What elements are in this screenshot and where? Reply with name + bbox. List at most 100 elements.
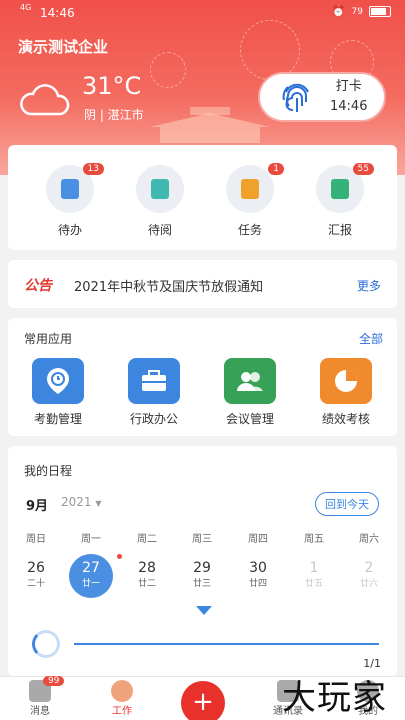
weekday-label: 周六 bbox=[359, 534, 379, 545]
watermark-logo: 大玩家 bbox=[282, 678, 387, 718]
day-number: 27 bbox=[82, 560, 100, 576]
lunar-date: 二十 bbox=[26, 579, 45, 589]
punch-label: 打卡 bbox=[335, 79, 362, 94]
apps-all-link[interactable]: 全部 bbox=[359, 330, 383, 347]
alarm-icon: ⏰ bbox=[331, 5, 346, 18]
tab-work-label: 工作 bbox=[112, 706, 132, 717]
todo-label: 待办 bbox=[57, 223, 82, 237]
firework-decoration bbox=[150, 52, 186, 88]
weekday-label: 周五 bbox=[304, 534, 324, 545]
weekday-label: 周二 bbox=[137, 534, 157, 545]
lunar-date: 廿五 bbox=[304, 579, 323, 589]
app-admin-label: 行政办公 bbox=[129, 412, 178, 426]
lunar-date: 廿一 bbox=[81, 579, 100, 589]
quick-item-read[interactable]: 待阅 bbox=[130, 165, 190, 238]
apps-title: 常用应用 bbox=[24, 332, 73, 346]
battery-icon bbox=[369, 6, 391, 17]
lunar-date: 廿三 bbox=[192, 579, 211, 589]
app-meeting[interactable]: 会议管理 bbox=[210, 358, 290, 427]
task-badge: 1 bbox=[268, 163, 284, 175]
status-time: 14:46 bbox=[40, 6, 75, 20]
day-number: 2 bbox=[364, 560, 374, 576]
weekday-label: 周一 bbox=[81, 534, 101, 545]
todo-badge: 13 bbox=[82, 163, 104, 175]
messages-badge: 99 bbox=[43, 676, 65, 686]
common-apps-card: 常用应用 全部 考勤管理 行政办公 会议管理 绩效考核 bbox=[8, 318, 397, 436]
quick-item-todo[interactable]: 13 待办 bbox=[40, 163, 104, 238]
task-icon bbox=[241, 179, 259, 199]
briefcase-icon bbox=[128, 358, 180, 404]
schedule-card: 我的日程 9月 2021 ▼ 回到今天 周日 周一 周二 周三 周四 周五 周六… bbox=[8, 446, 397, 676]
chevron-down-icon: ▼ bbox=[95, 499, 102, 508]
add-button[interactable]: + bbox=[181, 681, 225, 720]
day-number: 1 bbox=[309, 560, 319, 576]
report-badge: 55 bbox=[352, 163, 374, 175]
tab-messages[interactable]: 99 消息 bbox=[10, 676, 70, 717]
schedule-year-dropdown[interactable]: 2021 ▼ bbox=[61, 495, 102, 509]
quick-item-report[interactable]: 55 汇报 bbox=[310, 163, 374, 238]
notice-text[interactable]: 2021年中秋节及国庆节放假通知 bbox=[74, 276, 263, 295]
calendar-day[interactable]: 1 廿五 bbox=[292, 554, 336, 598]
app-meeting-label: 会议管理 bbox=[225, 412, 274, 426]
calendar-day[interactable]: 29 廿三 bbox=[180, 554, 224, 598]
report-label: 汇报 bbox=[327, 223, 352, 237]
calendar-day[interactable]: 2 廿六 bbox=[347, 554, 391, 598]
pie-chart-icon bbox=[320, 358, 372, 404]
weekday-label: 周四 bbox=[248, 534, 268, 545]
weekday-label: 周日 bbox=[26, 534, 46, 545]
tab-work[interactable]: 工作 bbox=[92, 680, 152, 717]
quick-item-task[interactable]: 1 任务 bbox=[220, 163, 284, 238]
network-indicator: 4G bbox=[20, 3, 32, 12]
quick-actions-card: 13 待办 待阅 1 任务 55 汇报 bbox=[8, 145, 397, 250]
calendar-day[interactable]: 26 二十 bbox=[14, 554, 58, 598]
app-performance[interactable]: 绩效考核 bbox=[306, 358, 386, 427]
app-admin[interactable]: 行政办公 bbox=[114, 358, 194, 427]
battery-percent: 79 bbox=[351, 6, 363, 17]
punch-time: 14:46 bbox=[330, 99, 368, 114]
report-icon-bg: 55 bbox=[316, 163, 374, 213]
palace-illustration bbox=[150, 107, 270, 143]
lunar-date: 廿四 bbox=[248, 579, 267, 589]
firework-decoration bbox=[240, 20, 300, 80]
calendar-day-selected[interactable]: 27 廿一 bbox=[69, 554, 113, 598]
tab-messages-label: 消息 bbox=[30, 706, 50, 717]
status-bar: 4G 14:46 ⏰ 79 bbox=[0, 0, 405, 26]
task-label: 任务 bbox=[237, 223, 262, 237]
calendar-day[interactable]: 28 廿二 bbox=[125, 554, 169, 598]
read-icon-bg bbox=[136, 165, 184, 213]
back-to-today-button[interactable]: 回到今天 bbox=[315, 492, 379, 516]
page-indicator: 1/1 bbox=[363, 657, 381, 670]
read-icon bbox=[151, 179, 169, 199]
event-dot bbox=[117, 554, 122, 559]
day-number: 28 bbox=[138, 560, 156, 576]
notice-card[interactable]: 公告 2021年中秋节及国庆节放假通知 更多 bbox=[8, 260, 397, 308]
notice-more-link[interactable]: 更多 bbox=[357, 277, 381, 294]
timeline-bar bbox=[74, 643, 379, 645]
punch-in-button[interactable]: 打卡 14:46 bbox=[258, 72, 386, 122]
cloud-icon bbox=[20, 84, 70, 116]
report-icon bbox=[331, 179, 349, 199]
weather-location: 阴 | 湛江市 bbox=[84, 108, 144, 122]
temperature: 31°C bbox=[82, 72, 142, 100]
schedule-title: 我的日程 bbox=[24, 464, 73, 478]
year-value: 2021 bbox=[61, 495, 92, 509]
fingerprint-icon bbox=[282, 83, 309, 112]
day-number: 30 bbox=[249, 560, 267, 576]
people-icon bbox=[224, 358, 276, 404]
app-attendance[interactable]: 考勤管理 bbox=[18, 358, 98, 427]
notice-tag: 公告 bbox=[24, 278, 52, 294]
lunar-date: 廿二 bbox=[137, 579, 156, 589]
schedule-month[interactable]: 9月 bbox=[26, 495, 48, 514]
message-icon: 99 bbox=[29, 676, 65, 702]
clock-pin-icon bbox=[32, 358, 84, 404]
lunar-date: 廿六 bbox=[359, 579, 378, 589]
app-performance-label: 绩效考核 bbox=[321, 412, 370, 426]
todo-icon-bg: 13 bbox=[46, 163, 104, 213]
read-label: 待阅 bbox=[147, 223, 172, 237]
todo-icon bbox=[61, 179, 79, 199]
expand-arrow-icon[interactable] bbox=[196, 606, 212, 615]
app-attendance-label: 考勤管理 bbox=[33, 412, 82, 426]
calendar-day[interactable]: 30 廿四 bbox=[236, 554, 280, 598]
loading-spinner-icon bbox=[32, 630, 60, 658]
weekday-label: 周三 bbox=[192, 534, 212, 545]
